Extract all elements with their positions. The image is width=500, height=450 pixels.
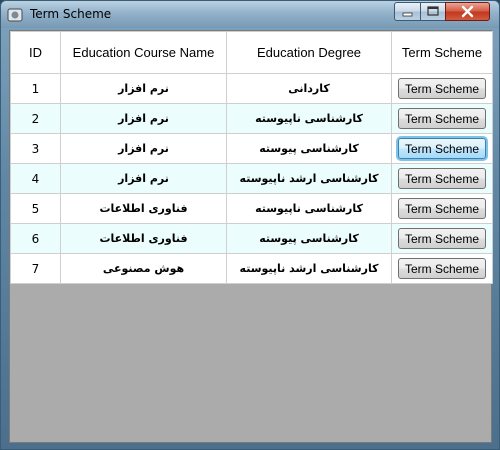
cell-action: Term Scheme (391, 253, 493, 284)
cell-action: Term Scheme (391, 133, 493, 164)
cell-action: Term Scheme (391, 193, 493, 224)
cell-course-name[interactable]: نرم افزار (60, 133, 227, 164)
title-bar[interactable]: Term Scheme (1, 1, 499, 28)
column-header-term-scheme[interactable]: Term Scheme (391, 31, 493, 74)
term-scheme-button[interactable]: Term Scheme (398, 108, 486, 129)
term-scheme-button[interactable]: Term Scheme (398, 138, 486, 159)
table-row[interactable]: 3 نرم افزار کارشناسی پیوسته Term Scheme (10, 133, 493, 164)
grid-header-row: ID Education Course Name Education Degre… (10, 31, 493, 74)
app-icon (7, 8, 23, 22)
cell-course-name[interactable]: فناوری اطلاعات (60, 223, 227, 254)
maximize-icon (427, 6, 439, 16)
cell-id[interactable]: 6 (10, 223, 61, 254)
cell-degree[interactable]: کاردانی (226, 73, 392, 104)
cell-action: Term Scheme (391, 73, 493, 104)
cell-degree[interactable]: کارشناسی ناپیوسته (226, 103, 392, 134)
table-row[interactable]: 7 هوش مصنوعی کارشناسی ارشد ناپیوسته Term… (10, 253, 493, 284)
cell-degree[interactable]: کارشناسی پیوسته (226, 223, 392, 254)
close-button[interactable] (445, 2, 490, 21)
cell-degree[interactable]: کارشناسی ارشد ناپیوسته (226, 163, 392, 194)
column-header-course-name[interactable]: Education Course Name (60, 31, 227, 74)
window-title: Term Scheme (30, 7, 112, 21)
minimize-icon (402, 12, 413, 17)
cell-course-name[interactable]: نرم افزار (60, 73, 227, 104)
cell-course-name[interactable]: فناوری اطلاعات (60, 193, 227, 224)
cell-degree[interactable]: کارشناسی ناپیوسته (226, 193, 392, 224)
table-row[interactable]: 6 فناوری اطلاعات کارشناسی پیوسته Term Sc… (10, 223, 493, 254)
cell-course-name[interactable]: هوش مصنوعی (60, 253, 227, 284)
table-row[interactable]: 2 نرم افزار کارشناسی ناپیوسته Term Schem… (10, 103, 493, 134)
cell-course-name[interactable]: نرم افزار (60, 103, 227, 134)
cell-id[interactable]: 4 (10, 163, 61, 194)
term-scheme-button[interactable]: Term Scheme (398, 168, 486, 189)
cell-degree[interactable]: کارشناسی ارشد ناپیوسته (226, 253, 392, 284)
table-row[interactable]: 5 فناوری اطلاعات کارشناسی ناپیوسته Term … (10, 193, 493, 224)
term-scheme-button[interactable]: Term Scheme (398, 198, 486, 219)
cell-course-name[interactable]: نرم افزار (60, 163, 227, 194)
data-grid-view[interactable]: ID Education Course Name Education Degre… (9, 30, 493, 443)
cell-action: Term Scheme (391, 163, 493, 194)
cell-id[interactable]: 5 (10, 193, 61, 224)
term-scheme-button[interactable]: Term Scheme (398, 258, 486, 279)
cell-action: Term Scheme (391, 103, 493, 134)
column-header-id[interactable]: ID (10, 31, 61, 74)
term-scheme-grid: ID Education Course Name Education Degre… (10, 31, 493, 284)
minimize-button[interactable] (394, 2, 421, 21)
column-header-degree[interactable]: Education Degree (226, 31, 392, 74)
cell-id[interactable]: 7 (10, 253, 61, 284)
cell-action: Term Scheme (391, 223, 493, 254)
close-icon (461, 5, 474, 18)
app-window: Term Scheme ID Education Course Name Edu… (0, 0, 500, 450)
cell-id[interactable]: 2 (10, 103, 61, 134)
cell-id[interactable]: 3 (10, 133, 61, 164)
term-scheme-button[interactable]: Term Scheme (398, 228, 486, 249)
cell-id[interactable]: 1 (10, 73, 61, 104)
table-row[interactable]: 1 نرم افزار کاردانی Term Scheme (10, 73, 493, 104)
table-row[interactable]: 4 نرم افزار کارشناسی ارشد ناپیوسته Term … (10, 163, 493, 194)
term-scheme-button[interactable]: Term Scheme (398, 78, 486, 99)
maximize-button[interactable] (420, 2, 446, 21)
cell-degree[interactable]: کارشناسی پیوسته (226, 133, 392, 164)
